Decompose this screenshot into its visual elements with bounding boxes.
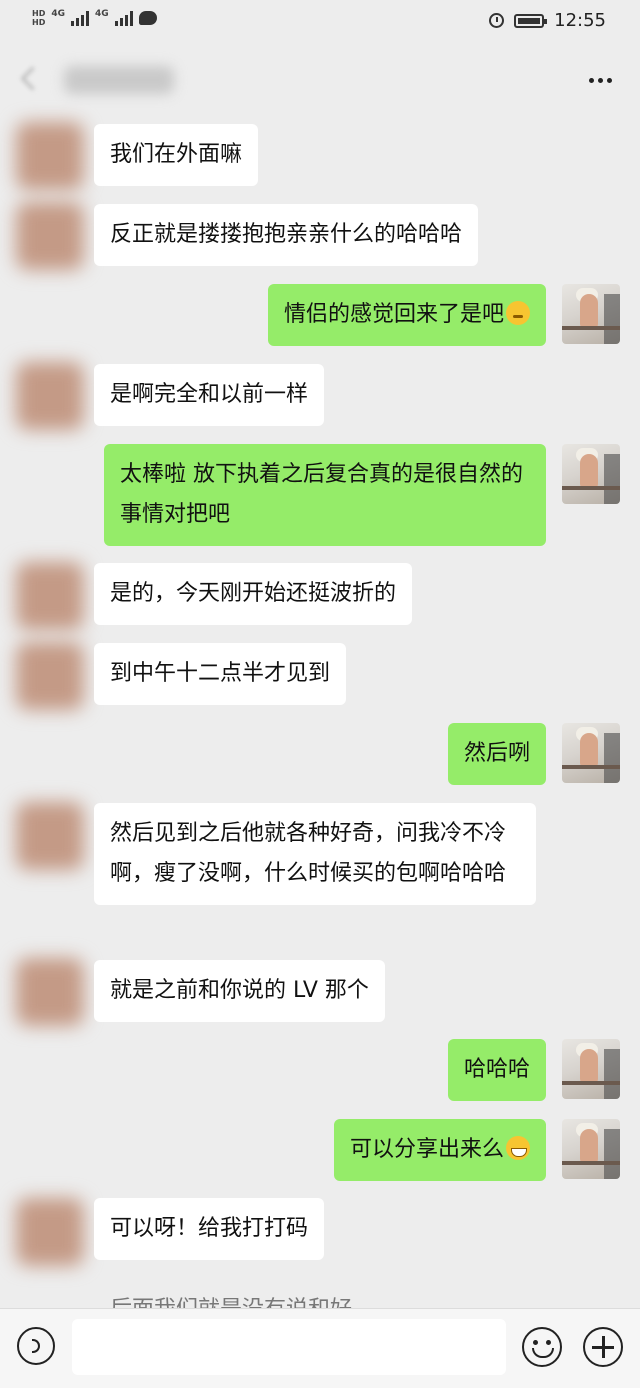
message-bubble-incoming[interactable]: 反正就是搂搂抱抱亲亲什么的哈哈哈 bbox=[94, 204, 479, 266]
network1-label: 4G bbox=[51, 9, 65, 19]
avatar bbox=[16, 362, 84, 430]
avatar[interactable] bbox=[562, 1039, 620, 1099]
signal-icon bbox=[71, 10, 89, 26]
network2-label: 4G bbox=[95, 9, 109, 19]
avatar bbox=[16, 562, 84, 630]
message-bubble-outgoing[interactable]: 然后咧 bbox=[447, 723, 546, 785]
blurred-avatar-strip bbox=[0, 118, 88, 1308]
message-bubble-incoming[interactable]: 到中午十二点半才见到 bbox=[94, 643, 347, 705]
voice-button[interactable] bbox=[17, 1327, 55, 1365]
avatar bbox=[16, 202, 84, 270]
back-icon[interactable] bbox=[20, 66, 45, 91]
avatar bbox=[16, 958, 84, 1026]
status-bar: HD HD 4G 4G 12:55 bbox=[0, 0, 640, 44]
message-bubble-outgoing[interactable]: 可以分享出来么 bbox=[333, 1119, 546, 1181]
status-left: HD HD 4G 4G bbox=[32, 9, 157, 27]
signal-icon-2 bbox=[114, 10, 133, 26]
message-bubble-outgoing[interactable]: 哈哈哈 bbox=[447, 1039, 546, 1101]
message-bubble-outgoing[interactable]: 情侣的感觉回来了是吧 bbox=[267, 284, 546, 346]
sim-indicators: HD HD bbox=[32, 9, 45, 27]
message-bubble-outgoing[interactable]: 太棒啦 放下执着之后复合真的是很自然的事情对把吧 bbox=[104, 444, 546, 546]
chat-header bbox=[0, 44, 640, 118]
message-bubble-incoming[interactable]: 是的，今天刚开始还挺波折的 bbox=[94, 563, 413, 625]
clock: 12:55 bbox=[554, 10, 606, 31]
message-bubble-incoming-partial: 后面我们就是没有说和好 bbox=[110, 1290, 410, 1308]
message-bubble-incoming[interactable]: 就是之前和你说的 LV 那个 bbox=[94, 960, 385, 1022]
alarm-icon bbox=[489, 13, 505, 28]
notification-chat-icon bbox=[138, 11, 157, 25]
add-button[interactable] bbox=[583, 1327, 623, 1367]
message-bubble-incoming[interactable]: 可以呀！给我打打码 bbox=[94, 1198, 325, 1260]
more-icon[interactable] bbox=[589, 78, 612, 83]
emoji-button[interactable] bbox=[522, 1327, 562, 1367]
avatar bbox=[16, 642, 84, 710]
avatar bbox=[16, 122, 84, 190]
message-text: 情侣的感觉回来了是吧 bbox=[283, 302, 504, 327]
avatar[interactable] bbox=[562, 723, 620, 783]
message-bubble-incoming[interactable]: 我们在外面嘛 bbox=[94, 124, 259, 186]
sim1-hd-label: HD bbox=[32, 9, 46, 18]
message-bubble-incoming[interactable]: 是啊完全和以前一样 bbox=[94, 364, 325, 426]
contact-name-blurred bbox=[64, 66, 174, 94]
message-text: 可以分享出来么 bbox=[349, 1137, 504, 1162]
avatar bbox=[16, 802, 84, 870]
sim2-hd-label: HD bbox=[32, 18, 46, 27]
input-bar bbox=[0, 1308, 640, 1388]
message-input[interactable] bbox=[72, 1319, 506, 1375]
avatar[interactable] bbox=[562, 284, 620, 344]
message-bubble-incoming[interactable]: 然后见到之后他就各种好奇，问我冷不冷啊，瘦了没啊，什么时候买的包啊哈哈哈 bbox=[94, 803, 536, 905]
avatar bbox=[16, 1198, 84, 1266]
avatar[interactable] bbox=[562, 444, 620, 504]
thinking-emoji-icon bbox=[506, 301, 530, 325]
grin-emoji-icon bbox=[506, 1136, 530, 1160]
avatar[interactable] bbox=[562, 1119, 620, 1179]
voice-icon bbox=[32, 1339, 40, 1353]
status-right: 12:55 bbox=[489, 10, 606, 31]
battery-icon bbox=[514, 13, 548, 28]
